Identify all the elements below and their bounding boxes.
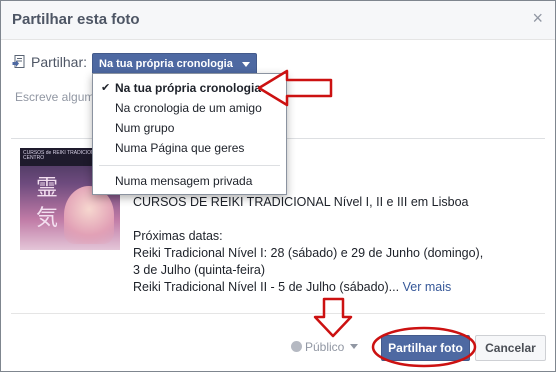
- post-line: Próximas datas:: [133, 229, 223, 243]
- menu-item-label: Numa mensagem privada: [115, 174, 253, 188]
- post-text: CURSOS DE REIKI TRADICIONAL Nível I, II …: [133, 194, 533, 296]
- checkmark-icon: ✔: [101, 82, 111, 94]
- post-line: 3 de Julho (quinta-feira): [133, 263, 266, 277]
- reiki-glyph-top: 霊: [36, 176, 59, 201]
- dialog-title: Partilhar esta foto: [12, 11, 140, 28]
- post-line: Reiki Tradicional Nível I: 28 (sábado) e…: [133, 246, 484, 260]
- cancel-button[interactable]: Cancelar: [475, 335, 546, 361]
- menu-item-label: Na tua própria cronologia: [115, 81, 262, 95]
- reiki-glyph-bottom: 気: [36, 206, 59, 231]
- menu-item-own-timeline[interactable]: ✔ Na tua própria cronologia: [93, 78, 286, 98]
- share-label: Partilhar:: [31, 54, 88, 70]
- share-photo-button[interactable]: Partilhar foto: [381, 335, 470, 361]
- menu-divider: [99, 165, 280, 166]
- share-page-icon: [12, 55, 25, 68]
- post-line-last: Reiki Tradicional Nível II - 5 de Julho …: [133, 279, 533, 296]
- privacy-label: Público: [305, 340, 345, 354]
- menu-item-label: Numa Página que geres: [115, 141, 245, 155]
- share-message-input[interactable]: Escreve algum: [15, 90, 94, 104]
- menu-item-label: Na cronologia de um amigo: [115, 101, 262, 115]
- close-icon[interactable]: ×: [532, 9, 543, 27]
- dropdown-value: Na tua própria cronologia: [99, 58, 233, 70]
- share-destination-menu: ✔ Na tua própria cronologia Na cronologi…: [92, 73, 287, 195]
- post-line: CURSOS DE REIKI TRADICIONAL Nível I, II …: [133, 195, 469, 209]
- footer-divider: [11, 313, 545, 314]
- menu-item-friend-timeline[interactable]: Na cronologia de um amigo: [93, 98, 286, 118]
- share-destination-dropdown[interactable]: Na tua própria cronologia: [92, 53, 257, 75]
- annotation-arrow-down: [313, 297, 353, 338]
- share-photo-dialog: Partilhar esta foto × Partilhar: Na tua …: [0, 0, 556, 372]
- menu-item-page[interactable]: Numa Página que geres: [93, 138, 286, 158]
- dialog-header: Partilhar esta foto ×: [1, 1, 555, 40]
- post-line: Reiki Tradicional Nível II - 5 de Julho …: [133, 280, 400, 294]
- privacy-selector[interactable]: Público: [291, 340, 359, 354]
- see-more-link[interactable]: Ver mais: [403, 280, 452, 294]
- globe-icon: [291, 341, 302, 352]
- menu-item-group[interactable]: Num grupo: [93, 118, 286, 138]
- post-line-gap: [133, 211, 533, 228]
- chevron-down-icon: [241, 62, 250, 67]
- menu-item-label: Num grupo: [115, 121, 175, 135]
- chevron-down-icon: [350, 344, 359, 349]
- menu-item-private-message[interactable]: Numa mensagem privada: [93, 171, 286, 191]
